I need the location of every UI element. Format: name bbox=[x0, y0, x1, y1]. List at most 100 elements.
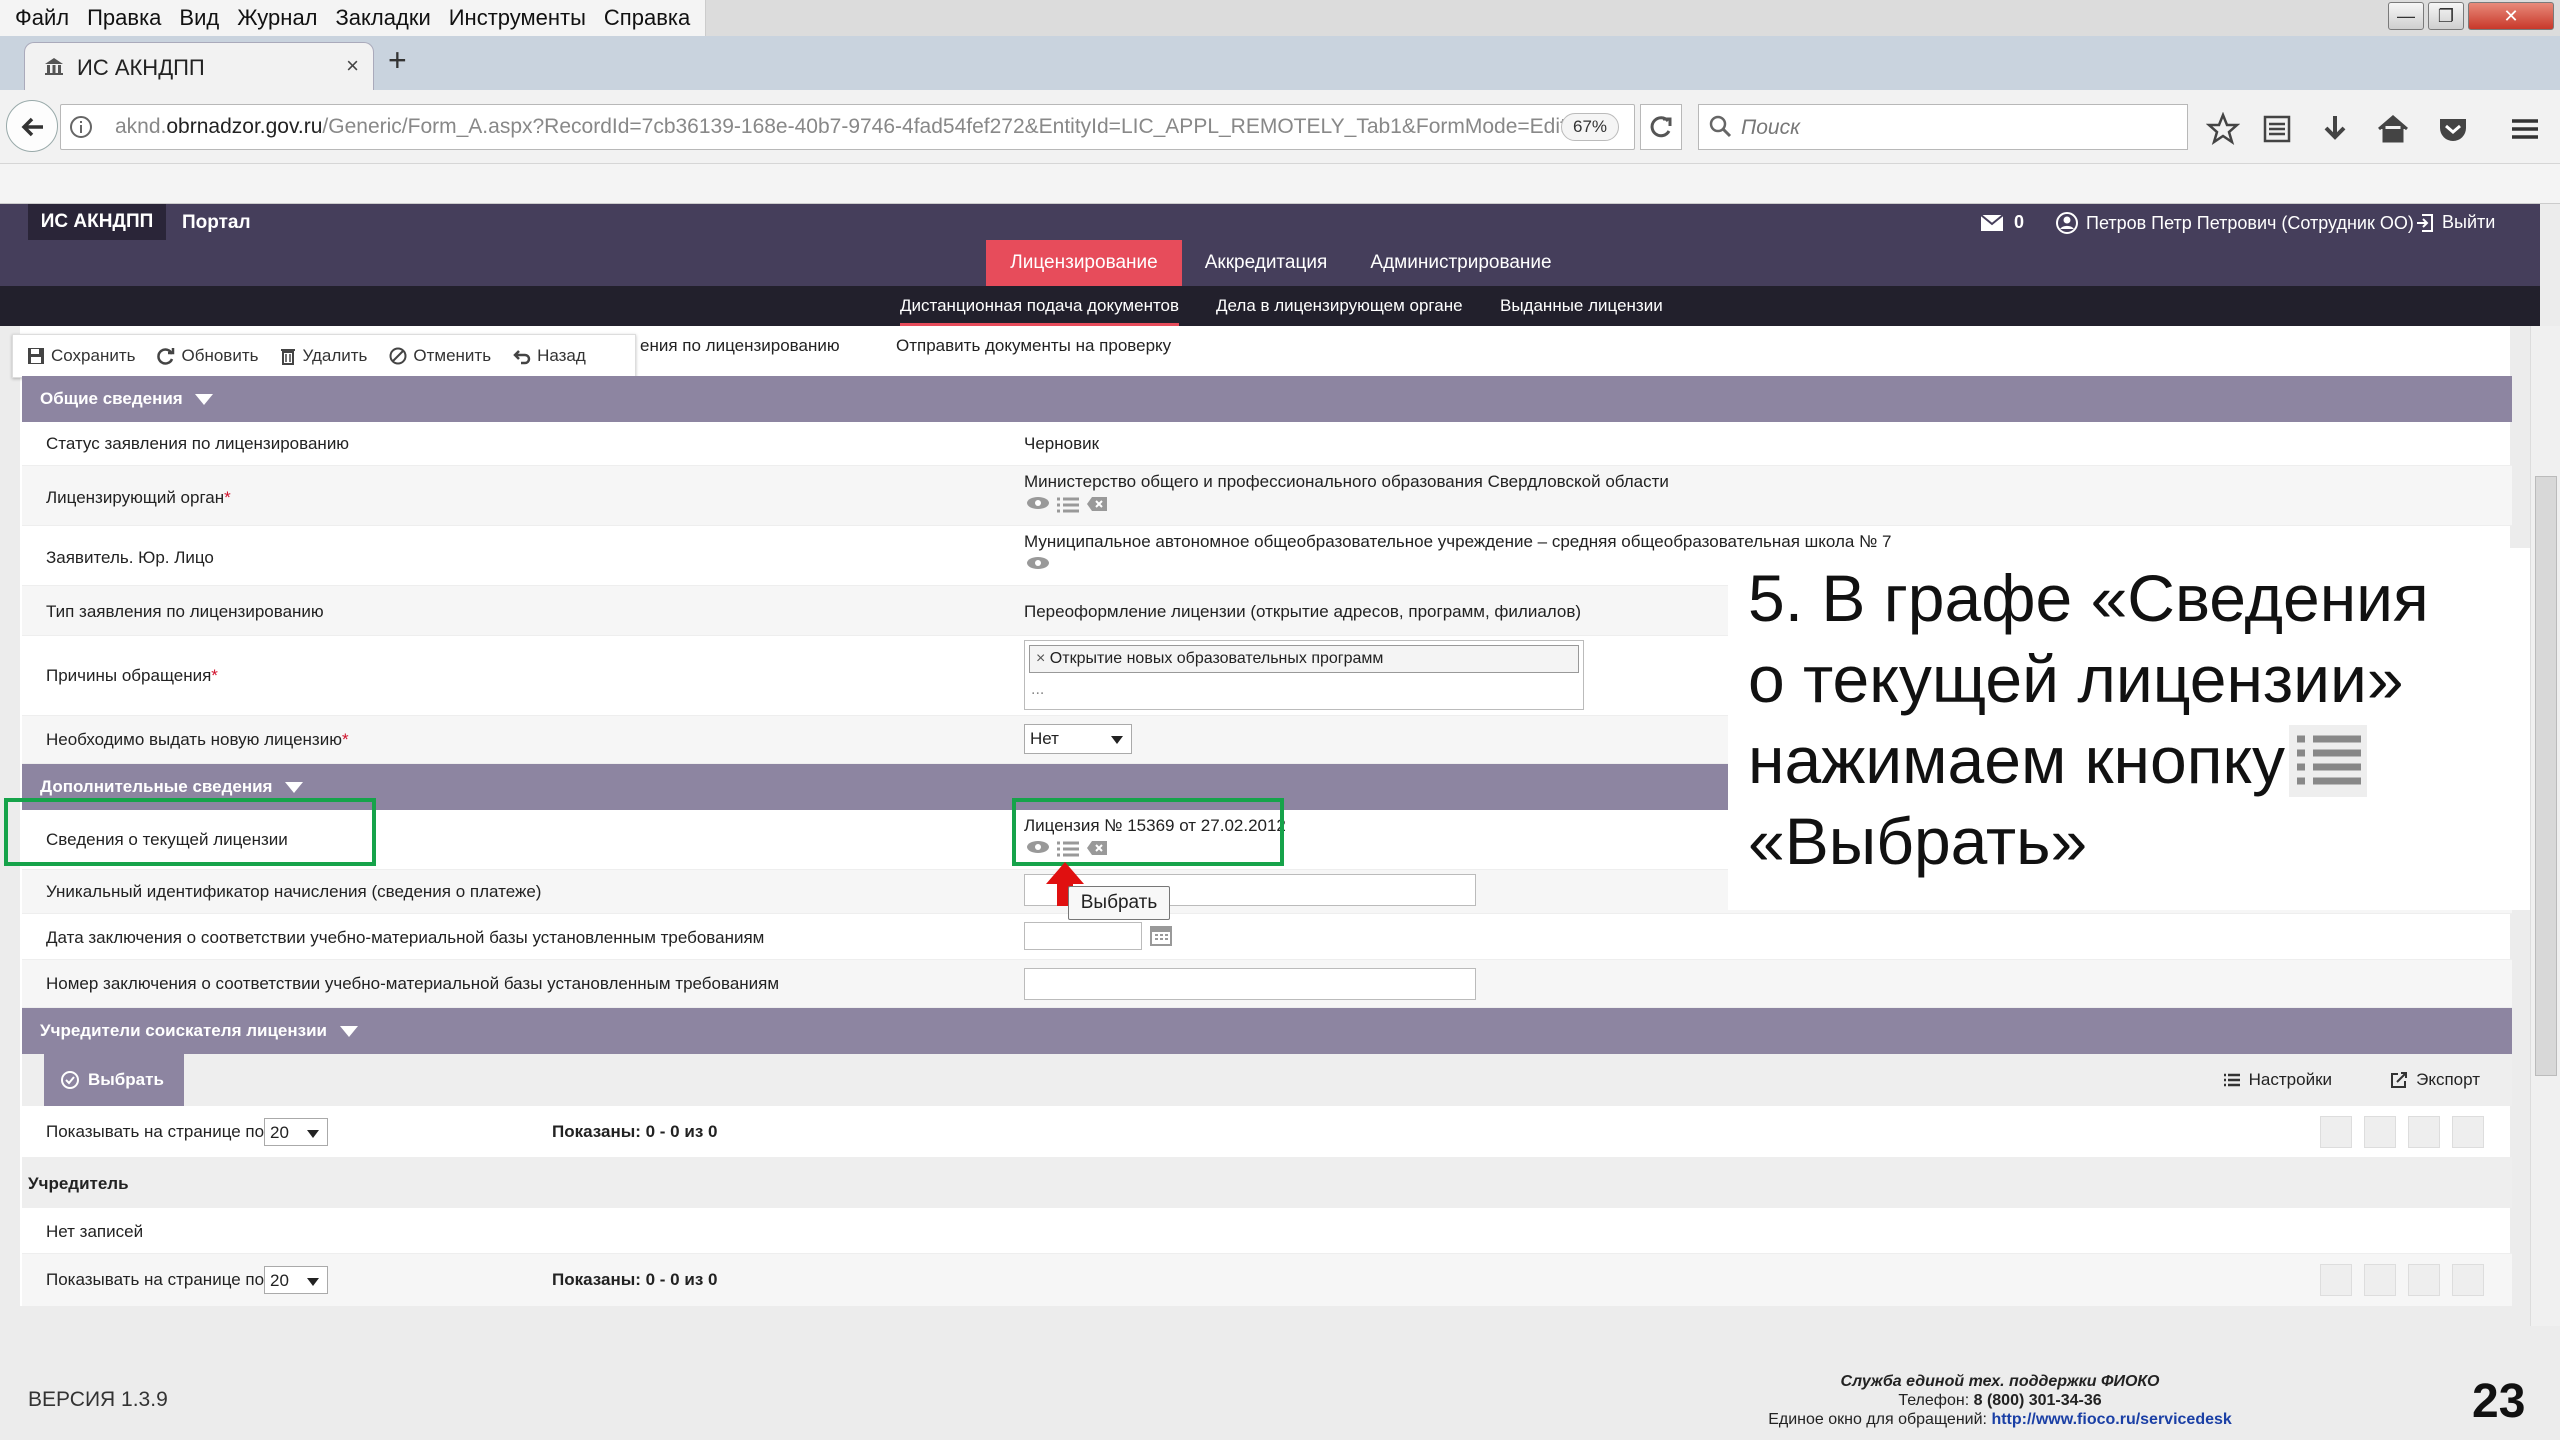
action-link-applications[interactable]: ения по лицензированию bbox=[640, 336, 840, 356]
scrollbar-thumb[interactable] bbox=[2535, 476, 2557, 1076]
nav-bar: aknd.obrnadzor.gov.ru/Generic/Form_A.asp… bbox=[0, 90, 2560, 164]
founders-toolbar: Настройки Экспорт bbox=[22, 1054, 2512, 1106]
address-bar[interactable]: aknd.obrnadzor.gov.ru/Generic/Form_A.asp… bbox=[60, 104, 1635, 150]
reasons-multiselect[interactable]: × Открытие новых образовательных програм… bbox=[1024, 640, 1584, 710]
first-page-button[interactable] bbox=[2320, 1264, 2352, 1296]
reload-button[interactable] bbox=[1640, 104, 1682, 150]
first-page-button[interactable] bbox=[2320, 1116, 2352, 1148]
settings-button[interactable]: Настройки bbox=[2223, 1070, 2332, 1090]
refresh-button[interactable]: Обновить bbox=[157, 346, 258, 366]
status-value: Черновик bbox=[1024, 434, 1100, 453]
per-page-select[interactable]: 20 bbox=[264, 1118, 328, 1146]
conclusion-number-input[interactable] bbox=[1024, 968, 1476, 1000]
tab-licensing[interactable]: Лицензирование bbox=[986, 240, 1182, 286]
list-icon[interactable] bbox=[1056, 496, 1080, 514]
chevron-down-icon bbox=[307, 1278, 319, 1286]
organ-label: Лицензирующий орган* bbox=[46, 488, 231, 508]
hamburger-menu-icon[interactable] bbox=[2508, 112, 2542, 146]
reading-list-icon[interactable] bbox=[2260, 112, 2294, 146]
info-icon[interactable] bbox=[69, 115, 93, 139]
refresh-label: Обновить bbox=[181, 346, 259, 365]
shown-count: Показаны: 0 - 0 из 0 bbox=[552, 1270, 718, 1289]
new-license-select[interactable]: Нет bbox=[1024, 724, 1132, 754]
tab-administration[interactable]: Администрирование bbox=[1354, 240, 1568, 286]
column-founder[interactable]: Учредитель bbox=[28, 1174, 129, 1194]
eye-icon[interactable] bbox=[1026, 496, 1050, 510]
delete-button[interactable]: Удалить bbox=[280, 346, 367, 366]
section-general[interactable]: Общие сведения bbox=[22, 376, 2512, 422]
pocket-icon[interactable] bbox=[2436, 112, 2470, 146]
tab-accreditation[interactable]: Аккредитация bbox=[1186, 240, 1346, 286]
browser-tab[interactable]: ИС АКНДПП × bbox=[24, 42, 374, 90]
back-form-button[interactable]: Назад bbox=[513, 346, 586, 366]
empty-message: Нет записей bbox=[46, 1222, 144, 1241]
prev-page-button[interactable] bbox=[2364, 1264, 2396, 1296]
servicedesk-link[interactable]: http://www.fioco.ru/servicedesk bbox=[1991, 1411, 2231, 1428]
eye-icon[interactable] bbox=[1026, 556, 1050, 570]
calendar-icon[interactable] bbox=[1150, 924, 1172, 946]
url-host: obrnadzor.gov.ru bbox=[166, 115, 323, 138]
export-button[interactable]: Экспорт bbox=[2390, 1070, 2480, 1090]
per-page-select[interactable]: 20 bbox=[264, 1266, 328, 1294]
minimize-button[interactable]: — bbox=[2388, 2, 2424, 30]
highlight-current-license-label bbox=[4, 798, 376, 866]
reload-icon bbox=[1650, 116, 1672, 138]
conclusion-date-label: Дата заключения о соответствии учебно-ма… bbox=[46, 928, 765, 947]
save-button[interactable]: Сохранить bbox=[27, 346, 135, 366]
subtab-cases[interactable]: Дела в лицензирующем органе bbox=[1216, 286, 1463, 326]
floppy-icon bbox=[28, 348, 44, 364]
reasons-label: Причины обращения* bbox=[46, 666, 218, 686]
remove-tag-icon[interactable]: × bbox=[1036, 650, 1045, 667]
close-tab-icon[interactable]: × bbox=[346, 53, 359, 79]
row-conclusion-date: Дата заключения о соответствии учебно-ма… bbox=[22, 914, 2512, 960]
prev-page-button[interactable] bbox=[2364, 1116, 2396, 1148]
shown-count: Показаны: 0 - 0 из 0 bbox=[552, 1122, 718, 1141]
logout-button[interactable]: Выйти bbox=[2416, 212, 2495, 233]
menu-history[interactable]: Журнал bbox=[228, 0, 326, 36]
section-founders[interactable]: Учредители соискателя лицензии bbox=[22, 1008, 2512, 1054]
table-empty-row: Нет записей bbox=[22, 1208, 2512, 1254]
app-logo[interactable]: ИС АКНДПП bbox=[28, 204, 166, 240]
portal-link[interactable]: Портал bbox=[182, 212, 251, 234]
choose-founder-button[interactable]: Выбрать bbox=[44, 1054, 184, 1106]
messages[interactable]: 0 bbox=[1980, 212, 2024, 233]
menu-view[interactable]: Вид bbox=[170, 0, 228, 36]
next-page-button[interactable] bbox=[2408, 1116, 2440, 1148]
last-page-button[interactable] bbox=[2452, 1264, 2484, 1296]
messages-count: 0 bbox=[2014, 212, 2025, 232]
menu-file[interactable]: Файл bbox=[6, 0, 78, 36]
cancel-label: Отменить bbox=[413, 346, 492, 365]
user-icon bbox=[2056, 212, 2078, 234]
last-page-button[interactable] bbox=[2452, 1116, 2484, 1148]
zoom-badge[interactable]: 67% bbox=[1561, 113, 1619, 141]
next-page-button[interactable] bbox=[2408, 1264, 2440, 1296]
type-label: Тип заявления по лицензированию bbox=[46, 602, 324, 621]
new-tab-icon[interactable]: + bbox=[388, 42, 407, 79]
trash-icon bbox=[281, 349, 296, 365]
per-page-label: Показывать на странице по bbox=[46, 1270, 265, 1289]
subtab-issued-licenses[interactable]: Выданные лицензии bbox=[1500, 286, 1663, 326]
home-icon[interactable] bbox=[2376, 112, 2410, 146]
page-scrollbar[interactable] bbox=[2530, 326, 2560, 1326]
menu-edit[interactable]: Правка bbox=[78, 0, 170, 36]
user-menu[interactable]: Петров Петр Петрович (Сотрудник ОО) bbox=[2056, 212, 2414, 234]
support-window: Единое окно для обращений: http://www.fi… bbox=[1740, 1410, 2260, 1429]
reasons-tag[interactable]: × Открытие новых образовательных програм… bbox=[1029, 645, 1579, 673]
send-docs-link[interactable]: Отправить документы на проверку bbox=[896, 336, 1171, 356]
menu-help[interactable]: Справка bbox=[595, 0, 699, 36]
download-icon[interactable] bbox=[2318, 112, 2352, 146]
search-box[interactable]: Поиск bbox=[1698, 104, 2188, 150]
conclusion-date-input[interactable] bbox=[1024, 922, 1142, 950]
subtab-remote-submission[interactable]: Дистанционная подача документов bbox=[900, 286, 1180, 326]
back-button[interactable] bbox=[6, 100, 58, 152]
maximize-button[interactable]: ❐ bbox=[2428, 2, 2464, 30]
instruction-line-3: нажимаем кнопку bbox=[1748, 723, 2286, 797]
menu-bookmarks[interactable]: Закладки bbox=[327, 0, 440, 36]
close-window-button[interactable]: ✕ bbox=[2468, 2, 2554, 30]
clear-icon[interactable] bbox=[1086, 496, 1108, 512]
search-icon bbox=[1709, 115, 1732, 138]
star-icon[interactable] bbox=[2206, 112, 2240, 146]
support-phone: Телефон: 8 (800) 301-34-36 bbox=[1740, 1391, 2260, 1410]
menu-tools[interactable]: Инструменты bbox=[440, 0, 595, 36]
cancel-button[interactable]: Отменить bbox=[389, 346, 491, 366]
